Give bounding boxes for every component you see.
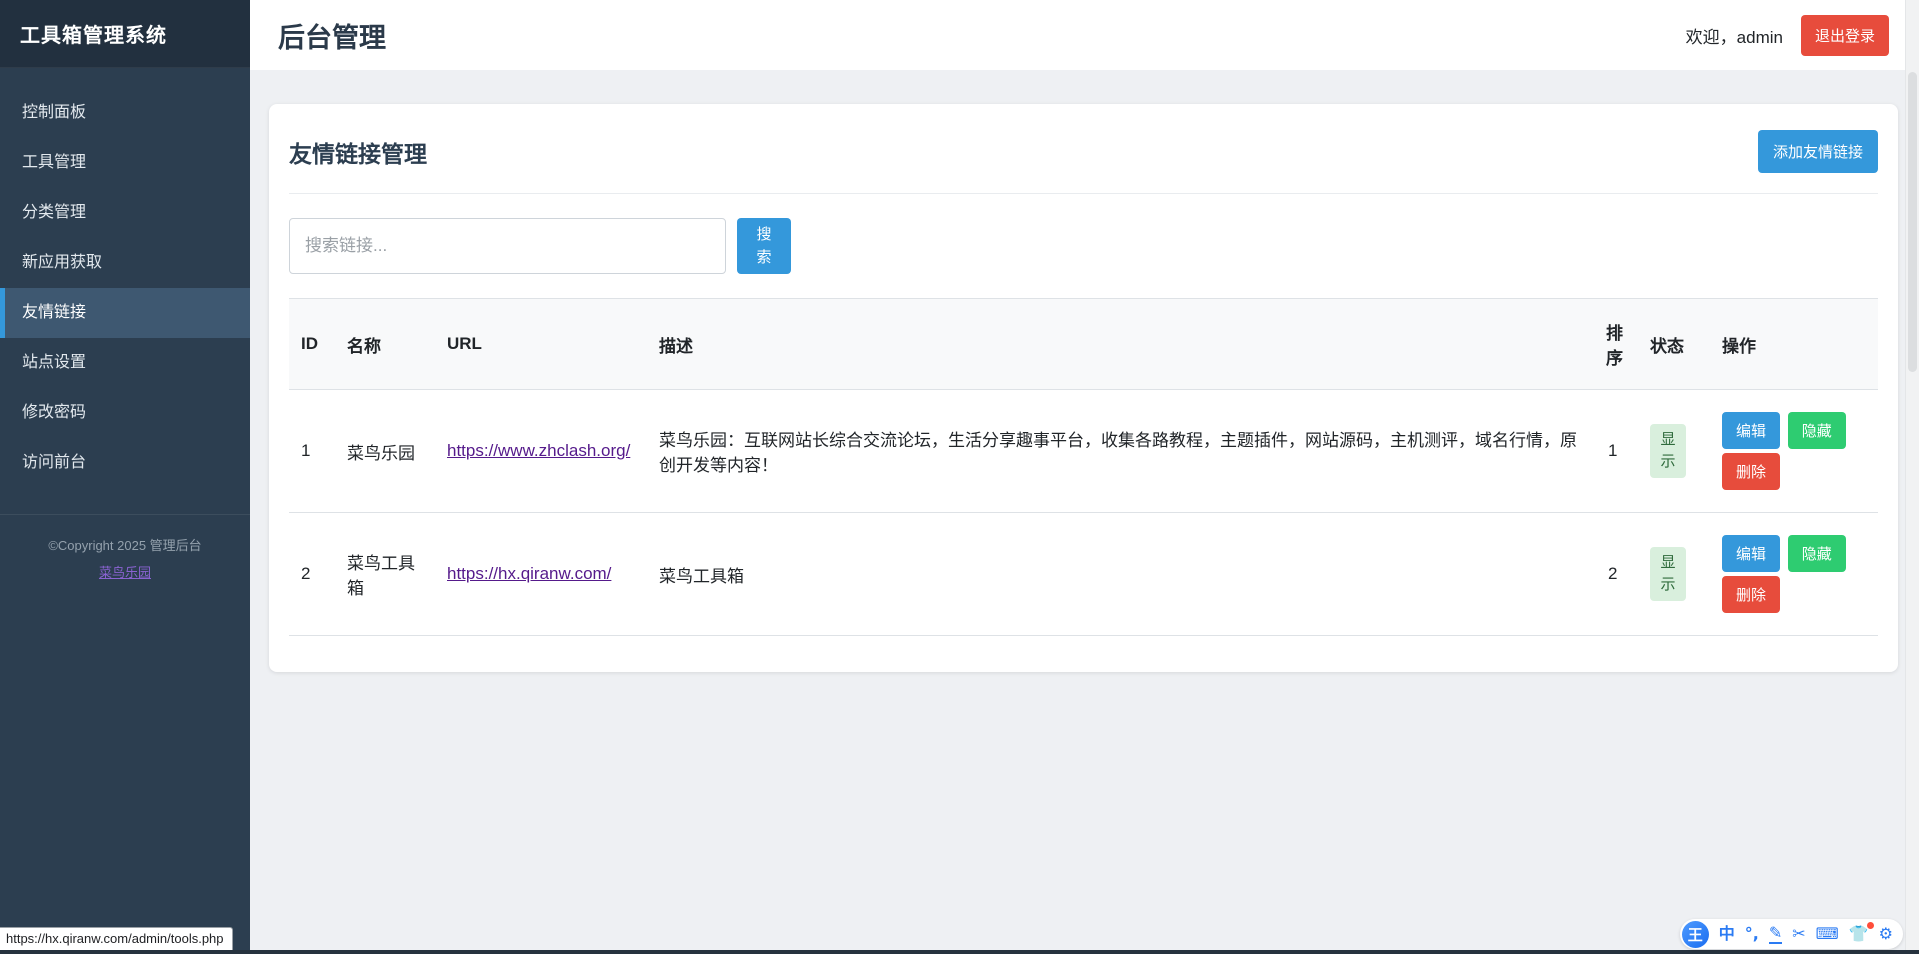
top-header: 后台管理 欢迎，admin 退出登录 — [250, 0, 1919, 70]
welcome-text: 欢迎，admin — [1686, 23, 1783, 48]
cell-name: 菜鸟乐园 — [335, 390, 435, 513]
column-header-id: ID — [289, 299, 335, 390]
cell-actions: 编辑 隐藏 删除 — [1710, 390, 1878, 513]
cell-actions: 编辑 隐藏 删除 — [1710, 513, 1878, 636]
table-header: ID 名称 URL 描述 排序 状态 操作 — [289, 299, 1878, 390]
settings-gear-icon[interactable]: ⚙ — [1879, 926, 1893, 942]
copyright-text: ©Copyright 2025 管理后台 — [10, 535, 240, 554]
scissors-icon[interactable]: ✂ — [1792, 926, 1805, 942]
keyboard-icon[interactable]: ⌨ — [1816, 926, 1839, 942]
scrollbar-thumb[interactable] — [1908, 72, 1917, 372]
column-header-name: 名称 — [335, 299, 435, 390]
hide-button[interactable]: 隐藏 — [1788, 535, 1846, 572]
sidebar-item-new-apps[interactable]: 新应用获取 — [0, 238, 250, 288]
sidebar: 工具箱管理系统 控制面板 工具管理 分类管理 新应用获取 友情链接 站点设置 修… — [0, 0, 250, 954]
sidebar-item-visit-frontend[interactable]: 访问前台 — [0, 438, 250, 488]
delete-button[interactable]: 删除 — [1722, 576, 1780, 613]
sogou-logo-icon[interactable]: 王 — [1682, 921, 1709, 948]
bottom-edge-strip — [0, 950, 1919, 954]
app-logo: 工具箱管理系统 — [0, 0, 250, 68]
sidebar-item-change-password[interactable]: 修改密码 — [0, 388, 250, 438]
cell-url: https://www.zhclash.org/ — [435, 390, 647, 513]
punctuation-icon[interactable]: °, — [1745, 926, 1759, 942]
sidebar-item-site-settings[interactable]: 站点设置 — [0, 338, 250, 388]
logout-button[interactable]: 退出登录 — [1801, 15, 1889, 56]
sidebar-item-categories[interactable]: 分类管理 — [0, 188, 250, 238]
search-input[interactable] — [289, 218, 726, 274]
delete-button[interactable]: 删除 — [1722, 453, 1780, 490]
friend-link-url[interactable]: https://hx.qiranw.com/ — [447, 564, 611, 583]
table-row: 2 菜鸟工具箱 https://hx.qiranw.com/ 菜鸟工具箱 2 显… — [289, 513, 1878, 636]
cell-order: 2 — [1596, 513, 1638, 636]
handwriting-pen-icon[interactable]: ✎ — [1769, 925, 1782, 944]
hide-button[interactable]: 隐藏 — [1788, 412, 1846, 449]
main-area: 后台管理 欢迎，admin 退出登录 友情链接管理 添加友情链接 搜索 ID 名… — [250, 0, 1919, 672]
sidebar-nav: 控制面板 工具管理 分类管理 新应用获取 友情链接 站点设置 修改密码 访问前台 — [0, 88, 250, 488]
page-title: 后台管理 — [278, 16, 386, 55]
cell-description: 菜鸟工具箱 — [647, 513, 1596, 636]
panel-title: 友情链接管理 — [289, 135, 427, 169]
sidebar-item-tools[interactable]: 工具管理 — [0, 138, 250, 188]
cell-id: 1 — [289, 390, 335, 513]
cell-status: 显示 — [1638, 513, 1710, 636]
search-button[interactable]: 搜索 — [737, 218, 791, 274]
column-header-url: URL — [435, 299, 647, 390]
app-title: 工具箱管理系统 — [20, 19, 167, 48]
divider — [289, 193, 1878, 194]
column-header-actions: 操作 — [1710, 299, 1878, 390]
column-header-status: 状态 — [1638, 299, 1710, 390]
panel-header: 友情链接管理 添加友情链接 — [289, 130, 1878, 173]
skin-tshirt-icon[interactable]: 👕 — [1849, 926, 1869, 942]
sidebar-footer: ©Copyright 2025 管理后台 菜鸟乐园 — [0, 514, 250, 582]
cell-url: https://hx.qiranw.com/ — [435, 513, 647, 636]
edit-button[interactable]: 编辑 — [1722, 535, 1780, 572]
notification-dot — [1867, 922, 1874, 929]
cell-order: 1 — [1596, 390, 1638, 513]
footer-site-link[interactable]: 菜鸟乐园 — [99, 562, 151, 581]
cell-status: 显示 — [1638, 390, 1710, 513]
cell-name: 菜鸟工具箱 — [335, 513, 435, 636]
column-header-description: 描述 — [647, 299, 1596, 390]
friend-links-panel: 友情链接管理 添加友情链接 搜索 ID 名称 URL 描述 排序 状态 — [269, 104, 1898, 672]
add-friend-link-button[interactable]: 添加友情链接 — [1758, 130, 1878, 173]
cell-id: 2 — [289, 513, 335, 636]
search-bar: 搜索 — [289, 218, 1878, 274]
cell-description: 菜鸟乐园：互联网站长综合交流论坛，生活分享趣事平台，收集各路教程，主题插件，网站… — [647, 390, 1596, 513]
scrollbar[interactable] — [1905, 0, 1919, 950]
header-right: 欢迎，admin 退出登录 — [1686, 15, 1889, 56]
content-area: 友情链接管理 添加友情链接 搜索 ID 名称 URL 描述 排序 状态 — [250, 70, 1919, 672]
table-row: 1 菜鸟乐园 https://www.zhclash.org/ 菜鸟乐园：互联网… — [289, 390, 1878, 513]
sidebar-item-dashboard[interactable]: 控制面板 — [0, 88, 250, 138]
chinese-mode-icon[interactable]: 中 — [1719, 926, 1735, 942]
column-header-order: 排序 — [1596, 299, 1638, 390]
status-badge: 显示 — [1650, 547, 1686, 601]
friend-link-url[interactable]: https://www.zhclash.org/ — [447, 441, 630, 460]
sidebar-item-friend-links[interactable]: 友情链接 — [0, 288, 250, 338]
input-method-bar: 王 中 °, ✎ ✂ ⌨ 👕 ⚙ — [1680, 919, 1903, 949]
status-badge: 显示 — [1650, 424, 1686, 478]
friend-links-table: ID 名称 URL 描述 排序 状态 操作 1 菜鸟乐园 https:// — [289, 298, 1878, 636]
link-preview-statusbar: https://hx.qiranw.com/admin/tools.php — [0, 927, 233, 950]
edit-button[interactable]: 编辑 — [1722, 412, 1780, 449]
